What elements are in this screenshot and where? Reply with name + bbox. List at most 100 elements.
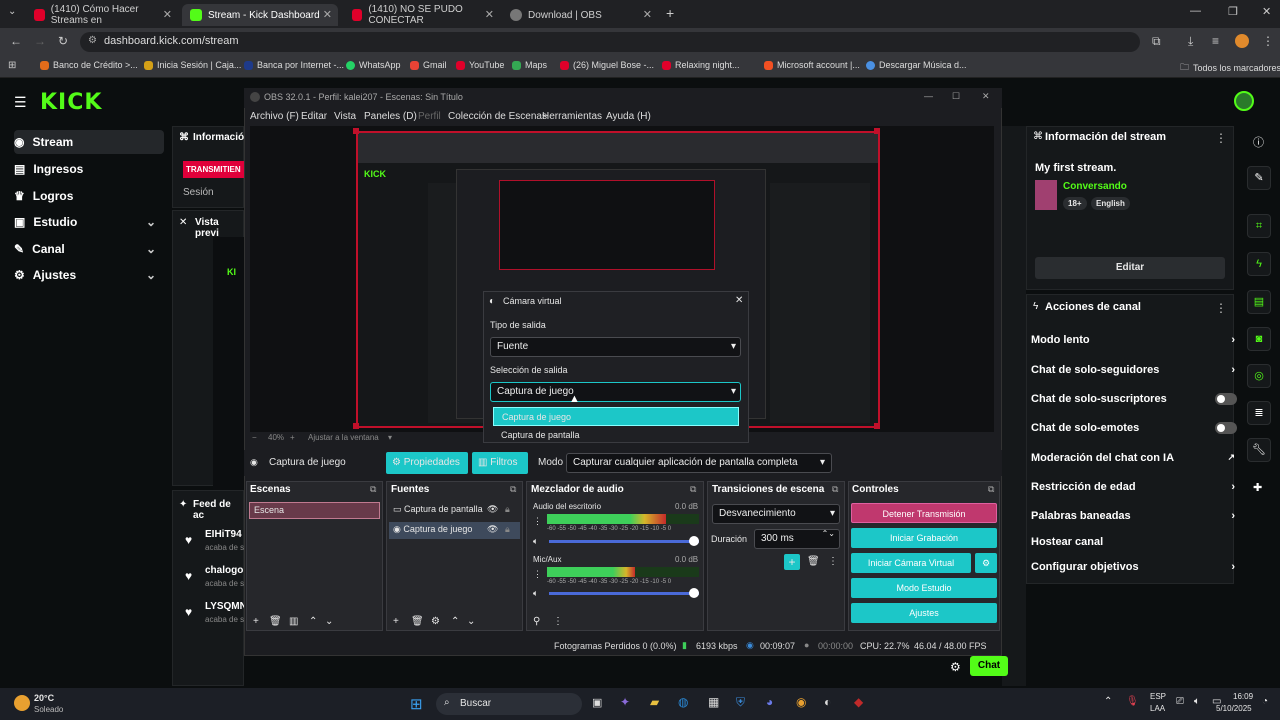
minimize-icon[interactable]: —: [1190, 5, 1201, 17]
source-item[interactable]: ▭ Captura de pantalla: [389, 502, 520, 519]
dock-undock-icon[interactable]: ⧉: [510, 484, 516, 495]
menu-archivo[interactable]: Archivo (F): [250, 111, 299, 122]
puzzle-icon[interactable]: ✚: [1253, 481, 1262, 494]
url-field[interactable]: ⚙ dashboard.kick.com/stream: [80, 32, 1140, 52]
resize-handle[interactable]: [874, 128, 880, 134]
duration-input[interactable]: 300 ms ⌃⌄: [754, 529, 840, 549]
dock-undock-icon[interactable]: ⧉: [832, 484, 838, 495]
mode-select[interactable]: Capturar cualquier aplicación de pantall…: [566, 453, 832, 473]
action-ai-moderation[interactable]: Moderación del chat con IA ↗: [1031, 452, 1235, 464]
menu-perfil[interactable]: Perfil: [418, 111, 441, 122]
lock-icon[interactable]: 🔒︎: [505, 504, 510, 515]
start-recording-button[interactable]: Iniciar Grabación: [851, 528, 997, 548]
capture-icon[interactable]: ⌗: [1247, 214, 1271, 238]
output-type-select[interactable]: Fuente ▾: [490, 337, 741, 357]
eye-icon[interactable]: 👁︎: [487, 524, 498, 535]
bookmark[interactable]: (26) Miguel Bose -...: [560, 60, 654, 70]
taskbar-search[interactable]: ⌕ Buscar: [436, 693, 582, 715]
resize-handle[interactable]: [874, 423, 880, 429]
reload-icon[interactable]: ↻: [58, 34, 68, 48]
speaker-icon[interactable]: 🔈︎: [533, 588, 538, 599]
apps-icon[interactable]: ⊞: [8, 60, 16, 71]
trash-icon[interactable]: 🗑︎: [411, 616, 424, 627]
settings-icon[interactable]: ⚙: [950, 660, 961, 674]
add-icon[interactable]: +: [253, 616, 259, 627]
more-icon[interactable]: ⋮: [828, 556, 838, 567]
bookmark[interactable]: WhatsApp: [346, 60, 401, 70]
edit-icon[interactable]: ✎: [1247, 166, 1271, 190]
action-followers-only[interactable]: Chat de solo-seguidores ›: [1031, 364, 1235, 376]
media-icon[interactable]: ≡: [1212, 34, 1219, 48]
volume-icon[interactable]: 🔈︎: [1194, 696, 1200, 707]
menu-paneles[interactable]: Paneles (D): [364, 111, 417, 122]
stepper-icon[interactable]: ⌃⌄: [822, 529, 835, 538]
speaker-icon[interactable]: 🔈︎: [533, 536, 538, 547]
broadcast-icon[interactable]: ◎: [1247, 364, 1271, 388]
task-view-icon[interactable]: ▣: [592, 696, 602, 709]
bookmark[interactable]: YouTube: [456, 60, 504, 70]
action-banned-words[interactable]: Palabras baneadas ›: [1031, 510, 1235, 522]
windows-start-icon[interactable]: ⊞: [410, 695, 423, 713]
stop-streaming-button[interactable]: Detener Transmisión: [851, 503, 997, 523]
bookmark[interactable]: Microsoft account |...: [764, 60, 860, 70]
dock-undock-icon[interactable]: ⧉: [370, 484, 376, 495]
extensions-icon[interactable]: ⧉: [1152, 34, 1161, 49]
edge-icon[interactable]: ◍: [678, 695, 688, 709]
properties-button[interactable]: ⚙ Propiedades: [386, 452, 468, 474]
dock-undock-icon[interactable]: ⧉: [988, 484, 994, 495]
sidebar-item-ajustes[interactable]: ⚙ Ajustes ⌄: [14, 263, 164, 287]
info-circle-icon[interactable]: ⓘ: [1253, 134, 1264, 150]
add-icon[interactable]: +: [784, 554, 800, 570]
filter-icon[interactable]: ▥: [289, 616, 298, 627]
browser-tab[interactable]: (1410) Cómo Hacer Streams en ✕: [26, 4, 178, 26]
toggle-switch[interactable]: [1215, 422, 1237, 434]
slider-handle[interactable]: [689, 588, 699, 598]
close-icon[interactable]: ✕: [323, 8, 332, 21]
menu-herramientas[interactable]: Herramientas: [542, 111, 602, 122]
volume-slider[interactable]: [549, 588, 699, 598]
browser-tab-active[interactable]: Stream - Kick Dashboard ✕: [182, 4, 338, 26]
sidebar-item-estudio[interactable]: ▣ Estudio ⌄: [14, 210, 164, 234]
eye-icon[interactable]: 👁︎: [487, 504, 498, 515]
start-virtual-camera-button[interactable]: Iniciar Cámara Virtual: [851, 553, 971, 573]
menu-vista[interactable]: Vista: [334, 111, 356, 122]
add-icon[interactable]: +: [393, 616, 399, 627]
new-tab-button[interactable]: +: [666, 5, 674, 21]
trash-icon[interactable]: 🗑︎: [269, 616, 282, 627]
up-icon[interactable]: ⌃: [451, 616, 459, 627]
tab-list-icon[interactable]: ⌄: [8, 6, 16, 17]
file-explorer-icon[interactable]: ▰: [650, 695, 659, 709]
lock-icon[interactable]: 🔒︎: [505, 524, 510, 535]
more-icon[interactable]: ⋮: [533, 569, 542, 580]
close-icon[interactable]: ✕: [163, 8, 172, 21]
transition-select[interactable]: Desvanecimiento ▾: [712, 504, 840, 524]
keyboard-layout[interactable]: LAA: [1150, 704, 1165, 713]
close-window-icon[interactable]: ✕: [1262, 5, 1271, 18]
edit-button[interactable]: Editar: [1035, 257, 1225, 279]
bookmark[interactable]: Banca por Internet -...: [244, 60, 344, 70]
close-icon[interactable]: ✕: [735, 295, 743, 306]
gear-icon[interactable]: ⚙: [975, 553, 997, 573]
close-icon[interactable]: ✕: [485, 8, 494, 21]
more-icon[interactable]: ⋮: [533, 516, 542, 527]
wrench-icon[interactable]: 🔧︎: [1247, 438, 1271, 462]
discord-icon[interactable]: ◕: [766, 695, 773, 709]
menu-editar[interactable]: Editar: [301, 111, 327, 122]
more-icon[interactable]: ⋮: [1215, 131, 1227, 145]
close-icon[interactable]: ✕: [643, 8, 652, 21]
obs-taskbar-icon[interactable]: ◐: [824, 695, 831, 709]
down-icon[interactable]: ⌄: [467, 616, 475, 627]
toggle-switch[interactable]: [1215, 393, 1237, 405]
volume-slider[interactable]: [549, 536, 699, 546]
close-icon[interactable]: ✕: [982, 91, 990, 102]
action-host-channel[interactable]: Hostear canal: [1031, 536, 1231, 548]
output-selection-select[interactable]: Captura de juego ▾: [490, 382, 741, 402]
shield-icon[interactable]: ⛨: [736, 695, 745, 710]
network-icon[interactable]: ⎚: [1176, 696, 1184, 707]
more-icon[interactable]: ⋮: [553, 616, 563, 627]
menu-ayuda[interactable]: Ayuda (H): [606, 111, 651, 122]
forward-icon[interactable]: →: [34, 34, 46, 48]
language-code[interactable]: ESP: [1150, 692, 1166, 701]
link-icon[interactable]: ⚲: [533, 616, 540, 627]
chevron-down-icon[interactable]: ▾: [388, 433, 392, 442]
